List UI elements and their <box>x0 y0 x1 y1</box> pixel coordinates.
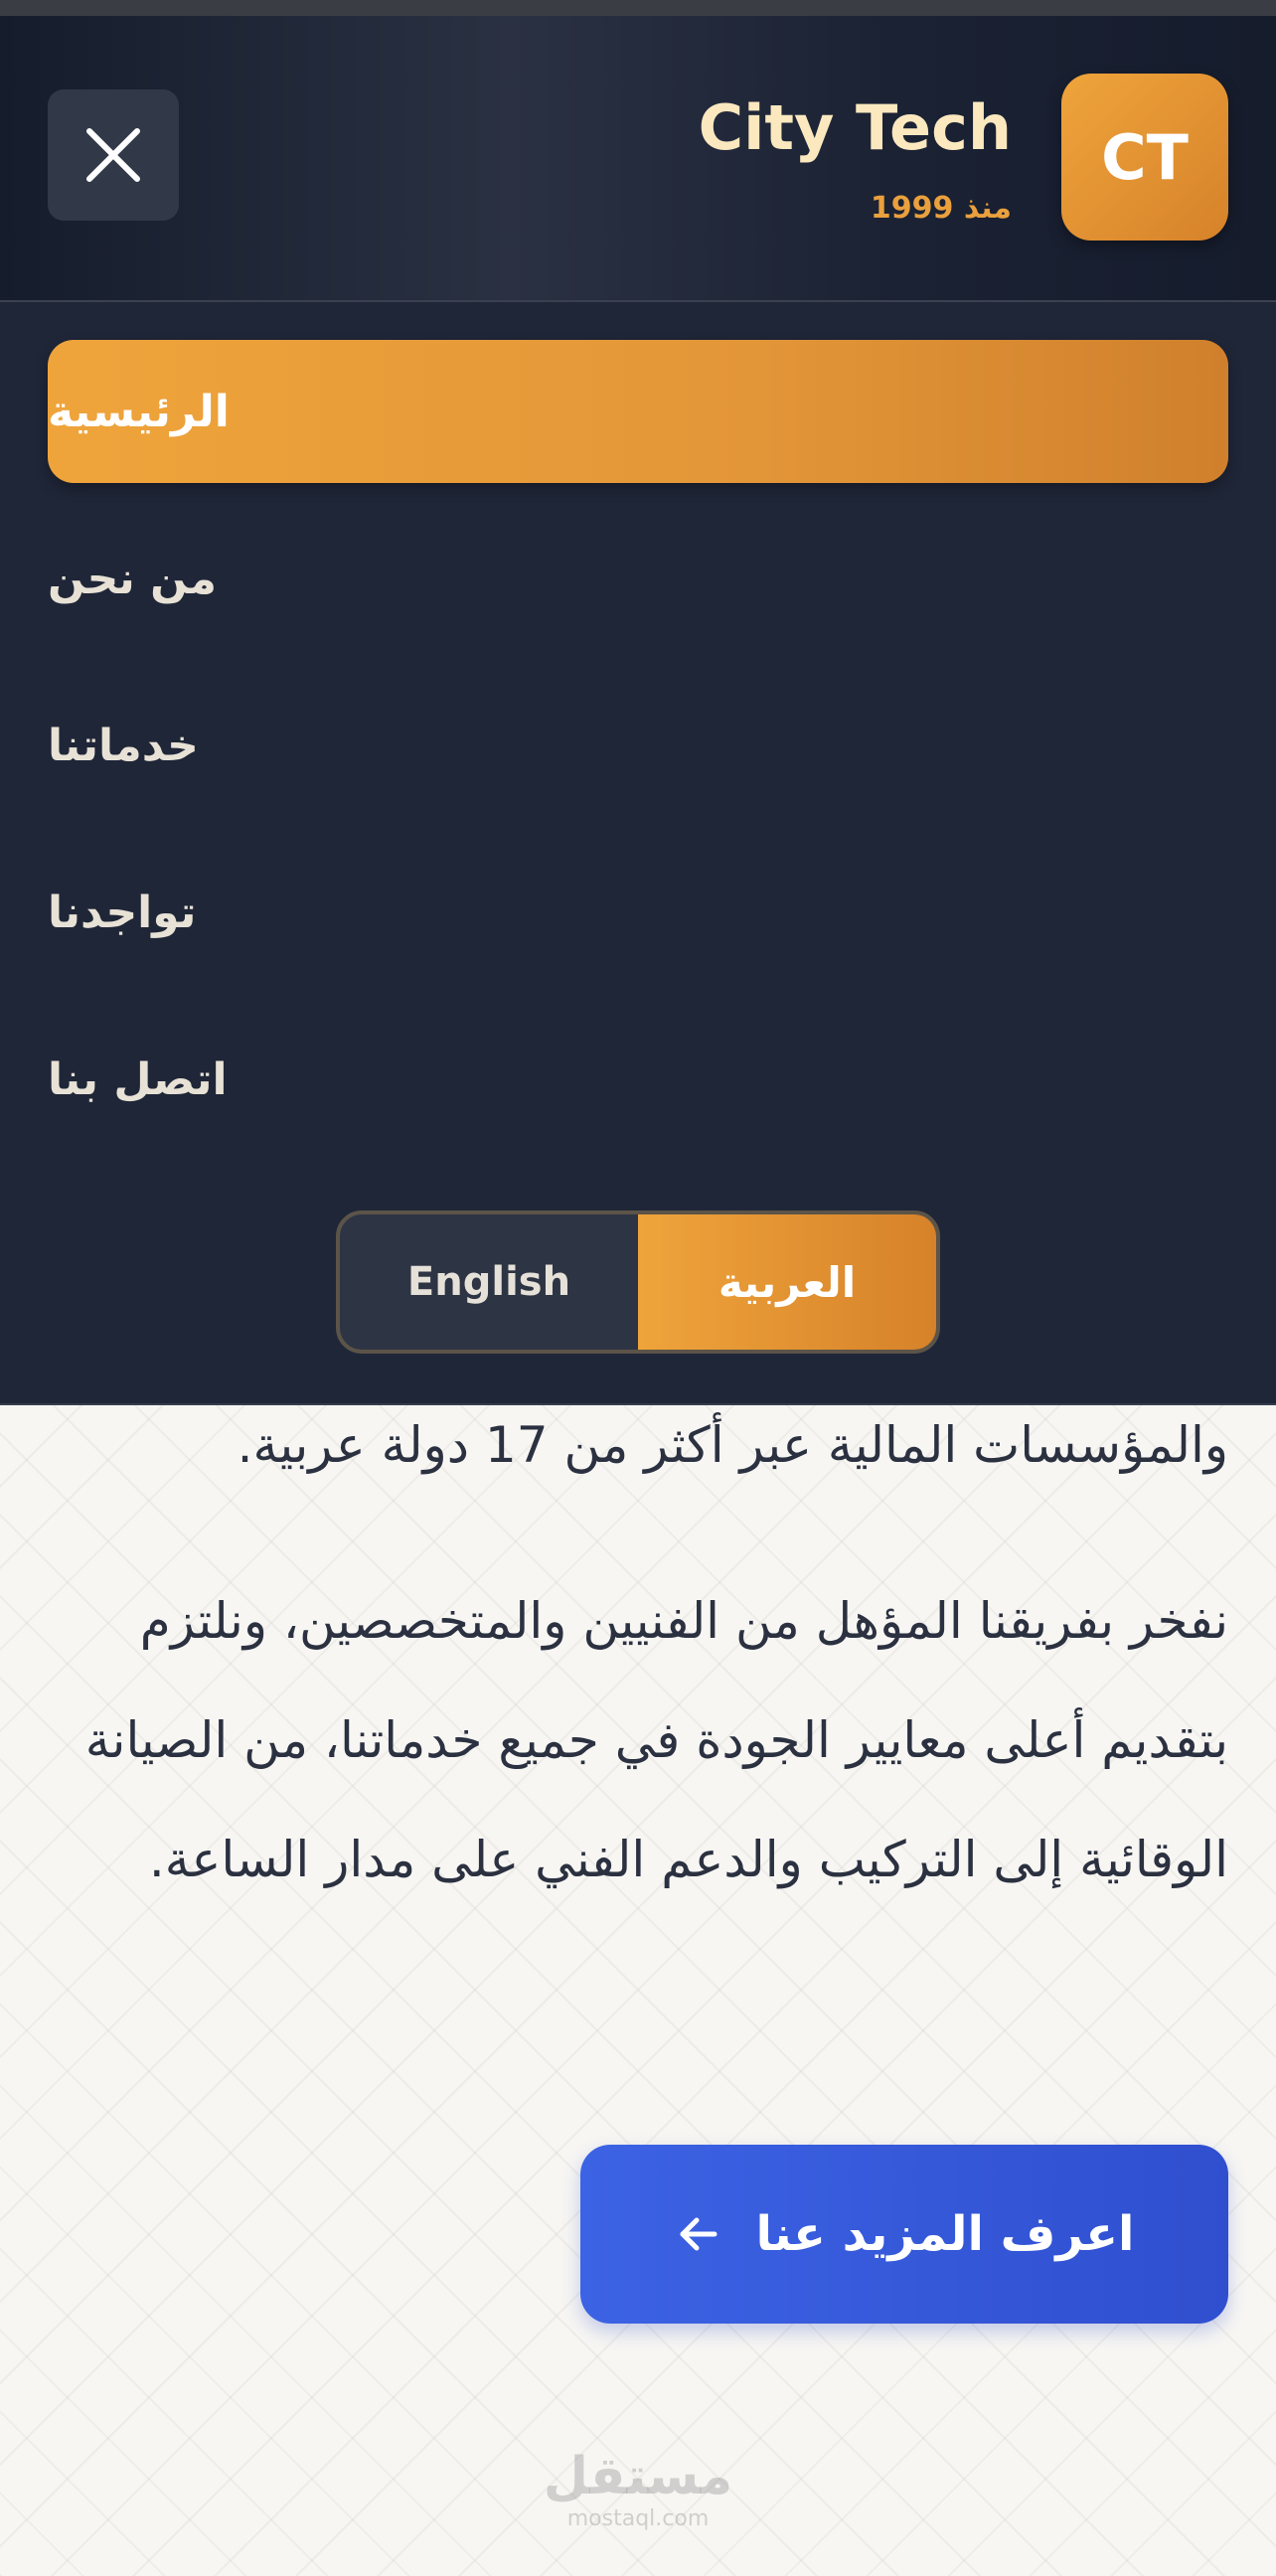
watermark-arabic: مستقل <box>543 2447 733 2506</box>
learn-more-label: اعرف المزيد عنا <box>755 2206 1135 2262</box>
site-header: City Tech منذ 1999 CT <box>0 16 1276 302</box>
watermark-domain: mostaql.com <box>566 2506 710 2531</box>
nav-item-about[interactable]: من نحن <box>48 507 1228 650</box>
brand-logo[interactable]: CT <box>1061 74 1228 241</box>
brand-name: City Tech <box>698 91 1012 164</box>
nav-item-label: تواجدنا <box>48 886 197 938</box>
arrow-left-icon <box>675 2210 722 2258</box>
mobile-nav-menu: الرئيسية من نحن خدماتنا تواجدنا اتصل بنا… <box>0 302 1276 1405</box>
about-paragraph: نفخر بفريقنا المؤهل من الفنيين والمتخصصي… <box>84 1592 1228 1888</box>
close-icon <box>86 128 140 182</box>
nav-item-services[interactable]: خدماتنا <box>48 674 1228 817</box>
nav-item-label: الرئيسية <box>48 386 230 437</box>
learn-more-button[interactable]: اعرف المزيد عنا <box>580 2145 1228 2324</box>
nav-item-label: اتصل بنا <box>48 1053 228 1105</box>
nav-item-label: من نحن <box>48 553 217 604</box>
nav-item-contact[interactable]: اتصل بنا <box>48 1008 1228 1151</box>
top-status-strip <box>0 0 1276 16</box>
nav-item-locations[interactable]: تواجدنا <box>48 841 1228 984</box>
close-menu-button[interactable] <box>48 89 179 221</box>
watermark: مستقل mostaql.com <box>517 2447 759 2532</box>
nav-item-label: خدماتنا <box>48 720 199 771</box>
language-arabic-button[interactable]: العربية <box>638 1214 936 1350</box>
brand-since: منذ 1999 <box>870 191 1012 226</box>
nav-item-home[interactable]: الرئيسية <box>48 340 1228 483</box>
language-switcher: English العربية <box>336 1210 940 1354</box>
language-english-button[interactable]: English <box>340 1214 638 1350</box>
